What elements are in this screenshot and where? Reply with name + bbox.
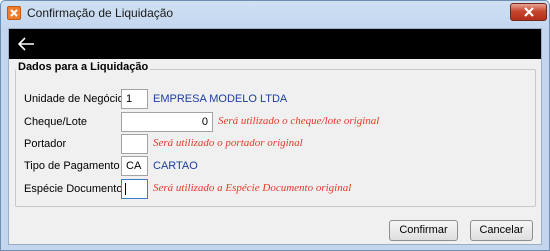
confirm-button[interactable]: Confirmar [389, 220, 458, 241]
close-button[interactable] [510, 3, 547, 21]
app-icon [7, 6, 21, 20]
cancel-button[interactable]: Cancelar [470, 220, 533, 241]
unidade-input[interactable]: 1 [121, 89, 148, 109]
unidade-label: Unidade de Negócio [24, 93, 124, 105]
group-title: Dados para a Liquidação [16, 61, 151, 73]
dialog-window: Confirmação de Liquidação Dados para a L… [0, 0, 550, 251]
header-bar [9, 29, 541, 59]
cheque-input[interactable]: 0 [121, 112, 213, 132]
tipo-description: CARTAO [153, 160, 198, 172]
unidade-description: EMPRESA MODELO LTDA [153, 93, 288, 105]
window-title: Confirmação de Liquidação [27, 6, 174, 20]
cheque-hint: Será utilizado o cheque/lote original [218, 115, 380, 127]
title-bar[interactable]: Confirmação de Liquidação [1, 1, 549, 25]
dialog-content: Dados para a Liquidação Unidade de Negóc… [8, 28, 542, 245]
cheque-label: Cheque/Lote [24, 116, 87, 128]
tipo-label: Tipo de Pagamento [24, 160, 120, 172]
portador-label: Portador [24, 138, 67, 150]
portador-input[interactable] [121, 134, 148, 154]
text-caret [125, 183, 126, 195]
tipo-input[interactable]: CA [121, 156, 148, 176]
arrow-left-icon [17, 37, 34, 51]
close-icon [524, 7, 534, 17]
especie-input[interactable] [121, 179, 148, 199]
portador-hint: Será utilizado o portador original [153, 137, 303, 149]
especie-label: Espécie Documento [24, 183, 123, 195]
back-button[interactable] [15, 34, 37, 54]
especie-hint: Será utilizado a Espécie Documento origi… [153, 182, 352, 194]
